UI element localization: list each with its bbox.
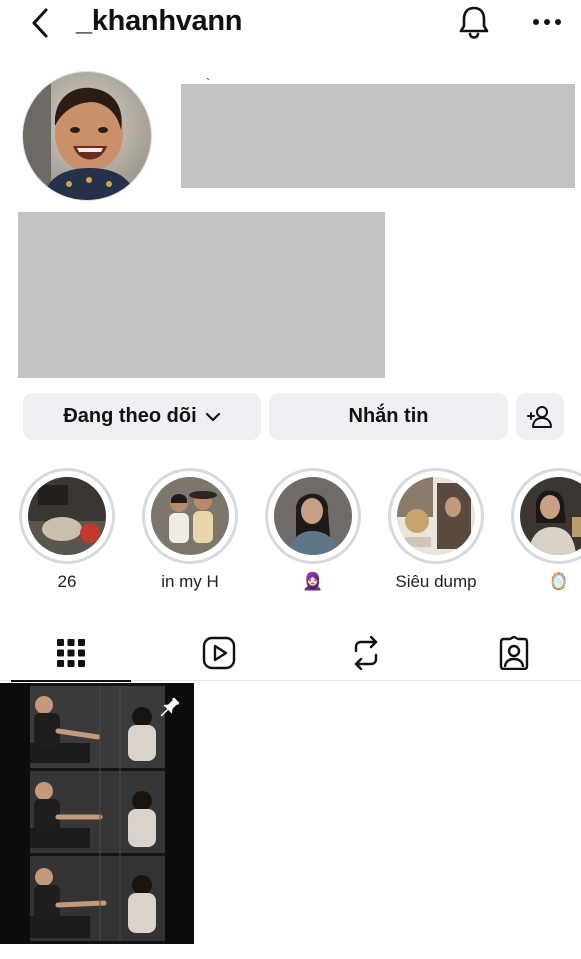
avatar-photo [23,72,151,200]
profile-tabs [0,624,581,682]
message-button[interactable]: Nhắn tin [269,393,508,440]
highlight-ring [19,468,115,564]
back-button[interactable] [28,6,54,40]
pinned-post-indicator [156,695,182,721]
active-tab-indicator [11,680,131,682]
highlight-cover [151,477,229,555]
highlight-item[interactable]: 🪞 [509,468,581,592]
highlight-ring [265,468,361,564]
highlight-ring [142,468,238,564]
add-person-icon [527,405,552,428]
highlight-cover [397,477,475,555]
tab-posts-grid[interactable] [11,624,131,682]
profile-avatar[interactable] [22,71,152,201]
tab-reposts[interactable] [306,624,426,681]
tab-tagged[interactable] [454,624,574,681]
more-horizontal-icon [533,19,561,25]
highlight-label: 🧕🏻 [302,572,324,591]
highlight-cover [274,477,352,555]
redacted-profile-stats [181,84,575,188]
following-button[interactable]: Đang theo dõi [23,393,261,440]
profile-username: _khanhvann [76,5,243,37]
highlight-ring [388,468,484,564]
notifications-button[interactable] [456,4,492,40]
highlight-label: 🪞 [548,572,570,591]
chevron-down-icon [205,412,220,421]
highlight-item[interactable]: Siêu dump [386,468,486,592]
reels-icon [202,636,236,669]
profile-header: _khanhvann [0,0,581,50]
bell-icon [459,6,489,39]
message-label: Nhắn tin [348,405,429,427]
following-label: Đang theo dõi [63,405,197,427]
suggest-people-button[interactable] [516,393,564,440]
tab-reels[interactable] [159,624,279,681]
post-photo [0,683,194,944]
pin-icon [160,697,180,717]
highlight-label: 26 [57,572,77,591]
redacted-bio [18,212,385,378]
highlight-label: in my H [161,572,219,591]
highlight-ring [511,468,581,564]
highlight-label: Siêu dump [395,572,477,591]
highlight-cover [520,477,581,555]
reposts-icon [354,635,378,670]
post-thumbnail[interactable] [0,683,194,944]
highlight-item[interactable]: 26 [17,468,117,592]
chevron-left-icon [32,8,48,38]
grid-icon [57,638,85,667]
tagged-icon [499,635,529,670]
highlight-item[interactable]: 🧕🏻 [263,468,363,592]
more-options-button[interactable] [530,10,564,34]
highlight-item[interactable]: in my H [140,468,240,592]
highlight-cover [28,477,106,555]
